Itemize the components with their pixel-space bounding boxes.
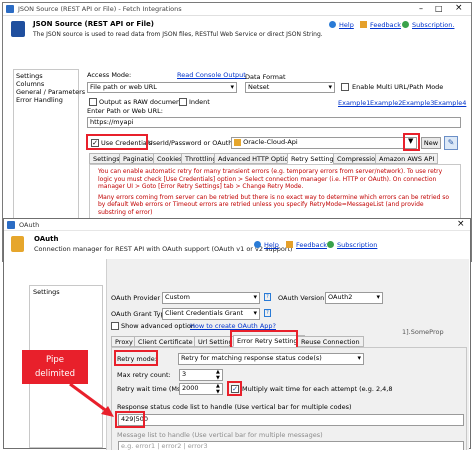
callout-arrow — [69, 382, 114, 417]
